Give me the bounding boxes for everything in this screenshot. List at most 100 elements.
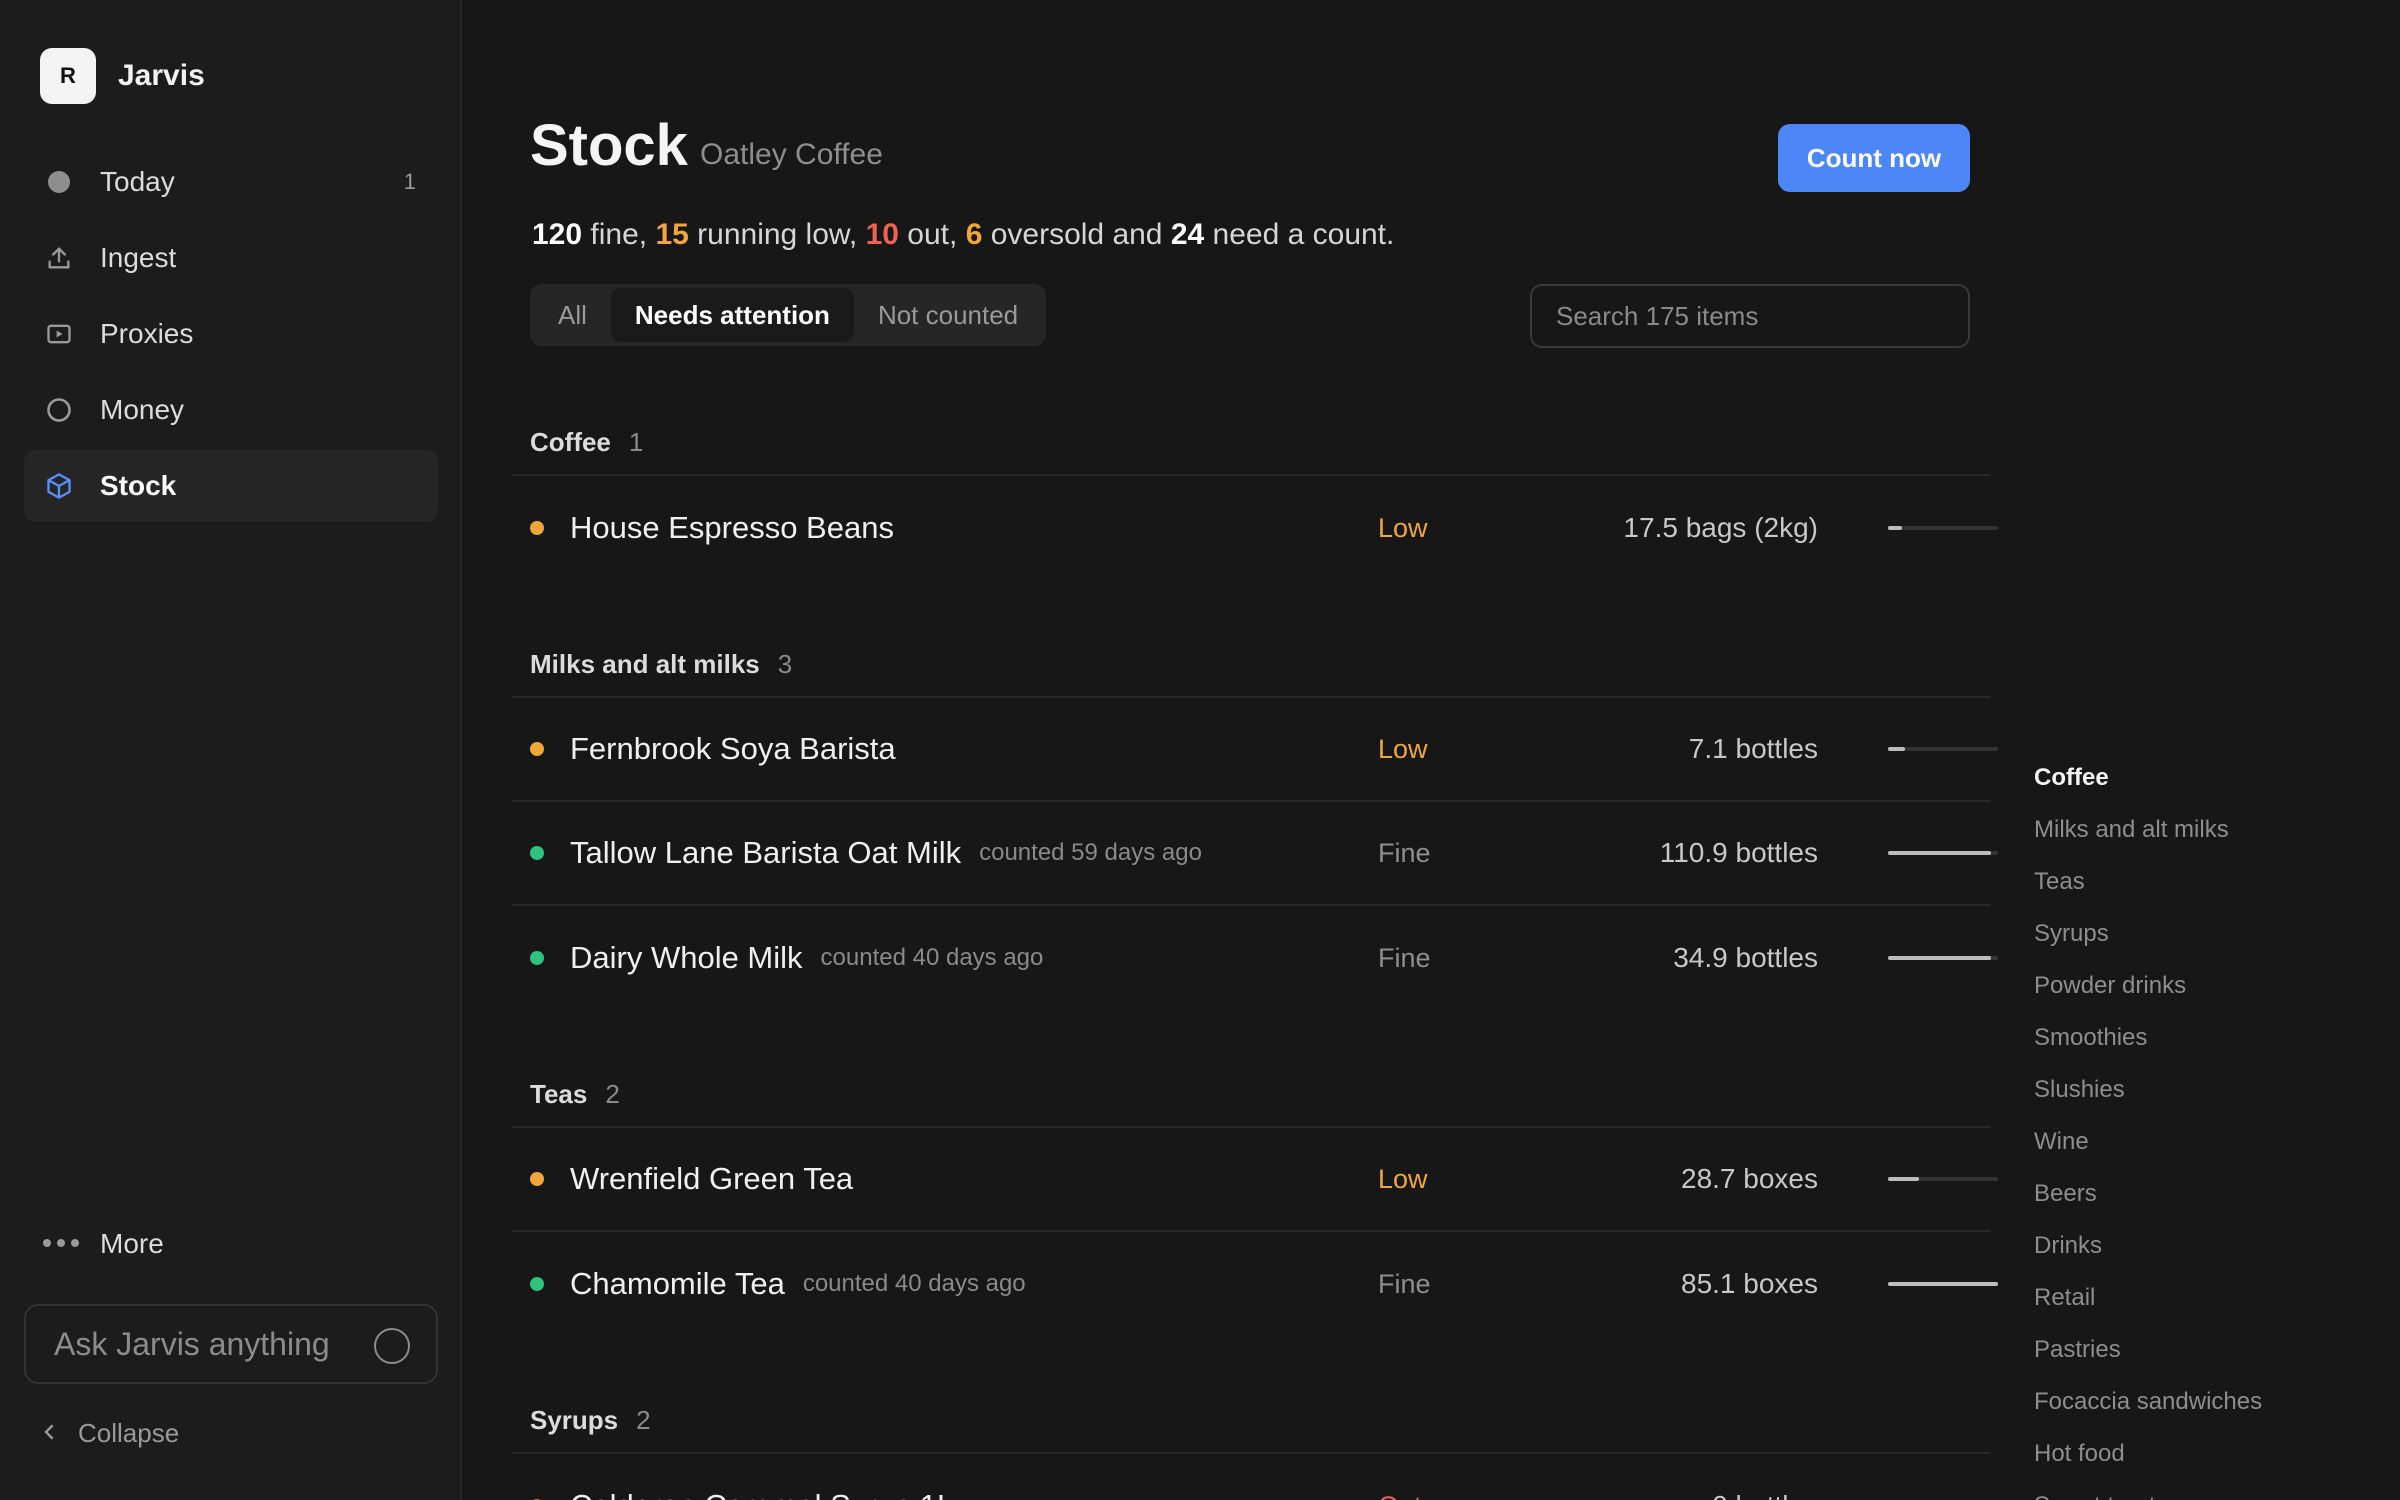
category-index-item[interactable]: Pastries [2034,1324,2394,1376]
need-count-count: 24 [1170,218,1205,251]
stock-item-row[interactable]: House Espresso Beans Low 17.5 bags (2kg) [512,476,1998,580]
cube-icon [44,471,74,501]
group-name: Teas [530,1078,588,1109]
stock-level-fill [1888,851,1992,855]
category-index-item[interactable]: Hot food [2034,1428,2394,1480]
stock-item-row[interactable]: Wrenfield Green Tea Low 28.7 boxes [512,1128,1998,1232]
item-quantity: 17.5 bags (2kg) [1623,512,1818,543]
item-quantity: 0 bottles [1712,1490,1818,1500]
stock-level-fill [1888,1177,1919,1181]
stock-level-fill [1888,526,1903,530]
item-quantity: 34.9 bottles [1673,942,1818,973]
collapse-sidebar-button[interactable]: Collapse [42,1418,179,1449]
fine-text: fine, [582,218,656,251]
sidebar-item-stock[interactable]: Stock [24,450,438,522]
item-name: House Espresso Beans [570,510,894,545]
brand[interactable]: R Jarvis [40,48,205,104]
more-menu[interactable]: More [42,1228,164,1260]
sidebar-item-label: Money [100,394,185,425]
upload-icon [44,243,74,273]
video-icon [44,319,74,349]
category-index: Coffee Milks and alt milks Teas Syrups Powde… [2034,752,2394,1500]
group-name: Coffee [530,426,611,457]
search-box[interactable] [1530,284,1970,348]
status-dot-icon [530,1172,544,1186]
more-dots-icon [42,1235,80,1253]
workspace-avatar[interactable]: R [40,48,96,104]
stock-level-bar [1888,526,1998,530]
sidebar-item-today[interactable]: Today 1 [24,146,438,218]
stock-level-bar [1888,747,1998,751]
chevron-left-icon [42,1418,56,1449]
category-index-item[interactable]: Retail [2034,1272,2394,1324]
out-count: 10 [865,218,899,251]
need-count-text: need a count. [1204,218,1395,251]
category-index-item[interactable]: Drinks [2034,1220,2394,1272]
category-index-item[interactable]: Wine [2034,1116,2394,1168]
oversold-count: 6 [965,218,983,251]
category-index-item[interactable]: Syrups [2034,908,2394,960]
ask-jarvis-input[interactable] [54,1325,354,1363]
out-text: out, [898,218,966,251]
stock-level-fill [1888,1282,1998,1286]
status-label: Fine [1378,942,1431,973]
circle-outline-icon[interactable] [374,1328,410,1364]
circle-outline-icon [44,395,74,425]
status-label: Low [1378,733,1428,764]
circle-filled-icon [44,167,74,197]
today-count-badge: 1 [403,169,416,194]
stock-level-bar [1888,1177,1998,1181]
status-dot-icon [530,951,544,965]
search-input[interactable] [1556,300,1944,332]
more-label: More [100,1228,164,1259]
category-index-item[interactable]: Milks and alt milks [2034,804,2394,856]
status-label: Low [1378,1163,1428,1194]
fine-count: 120 [532,218,583,251]
group-name: Syrups [530,1404,619,1435]
sidebar-item-ingest[interactable]: Ingest [24,222,438,294]
sidebar-item-proxies[interactable]: Proxies [24,298,438,370]
sidebar-item-label: Ingest [100,242,177,273]
item-name: Calderon Caramel Syrup 1L [570,1488,954,1500]
stock-item-row[interactable]: Tallow Lane Barista Oat Milk counted 59 d… [512,802,1998,906]
filter-tabs: All Needs attention Not counted [530,284,1047,346]
tab-needs-attention[interactable]: Needs attention [610,288,854,342]
status-label: Low [1378,512,1428,543]
ask-jarvis-box[interactable] [24,1304,438,1384]
stock-level-bar [1888,851,1998,855]
status-label: Out [1378,1491,1422,1500]
category-index-item[interactable]: Teas [2034,856,2394,908]
category-index-item[interactable]: Slushies [2034,1064,2394,1116]
category-index-item[interactable]: Smoothies [2034,1012,2394,1064]
stock-level-bar [1888,1282,1998,1286]
item-quantity: 7.1 bottles [1688,733,1818,764]
stock-level-fill [1888,747,1905,751]
tab-not-counted[interactable]: Not counted [854,288,1042,342]
item-quantity: 85.1 boxes [1681,1268,1818,1299]
sidebar-item-money[interactable]: Money [24,374,438,446]
group-count: 2 [636,1404,651,1435]
group-count: 2 [605,1078,620,1109]
group-name: Milks and alt milks [530,648,760,679]
oversold-text: oversold and [982,218,1171,251]
category-index-item[interactable]: Powder drinks [2034,960,2394,1012]
group-header: Teas 2 [512,1062,1990,1128]
count-now-button[interactable]: Count now [1778,124,1970,192]
stock-item-row[interactable]: Dairy Whole Milk counted 40 days ago Fine 3… [512,906,1998,1010]
stock-item-row[interactable]: Calderon Caramel Syrup 1L Out 0 bottles [512,1454,1990,1500]
stock-item-row[interactable]: Fernbrook Soya Barista Low 7.1 bottles [512,698,1998,802]
stock-level-fill [1888,956,1992,960]
status-dot-icon [530,1277,544,1291]
group-count: 1 [628,426,644,457]
item-count-note: counted 40 days ago [820,944,1044,971]
category-index-item[interactable]: Beers [2034,1168,2394,1220]
category-index-item[interactable]: Focaccia sandwiches [2034,1376,2394,1428]
status-dot-icon [530,521,544,535]
group-count: 3 [777,648,793,679]
category-index-item[interactable]: Coffee [2034,752,2394,804]
category-index-item[interactable]: Sweet treats [2034,1480,2394,1500]
tab-all[interactable]: All [534,288,611,342]
low-count: 15 [655,218,689,251]
stock-item-row[interactable]: Chamomile Tea counted 40 days ago Fine 85.1… [512,1232,1998,1336]
